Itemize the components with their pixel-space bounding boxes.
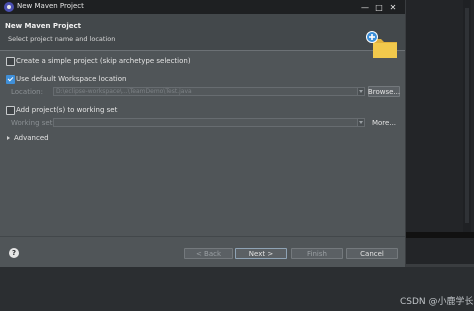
working-set-dropdown-icon[interactable] [357, 118, 365, 127]
location-label: Location: [11, 88, 43, 96]
cancel-button[interactable]: Cancel [346, 248, 398, 259]
working-set-checkbox-label: Add project(s) to working set [16, 106, 118, 114]
watermark: CSDN @小鹿学长 [400, 297, 474, 307]
new-maven-project-dialog: New Maven Project — □ ✕ New Maven Projec… [0, 0, 406, 267]
window-title: New Maven Project [17, 2, 84, 10]
simple-project-label: Create a simple project (skip archetype … [16, 57, 191, 65]
window-titlebar: New Maven Project — □ ✕ [0, 0, 405, 14]
more-button[interactable]: More... [368, 117, 400, 128]
eclipse-app-icon [4, 2, 14, 12]
working-set-checkbox[interactable] [6, 106, 15, 115]
new-folder-plus-icon [366, 31, 397, 58]
close-button[interactable]: ✕ [381, 0, 405, 14]
advanced-section[interactable]: Advanced [14, 134, 49, 142]
browse-button[interactable]: Browse... [368, 86, 400, 97]
advanced-expand-icon[interactable] [7, 136, 10, 140]
default-workspace-label: Use default Workspace location [16, 75, 127, 83]
default-workspace-checkbox[interactable] [6, 75, 15, 84]
simple-project-checkbox[interactable] [6, 57, 15, 66]
working-set-field[interactable] [53, 118, 358, 127]
working-set-label: Working set: [11, 119, 55, 127]
wizard-header: New Maven Project Select project name an… [0, 14, 405, 58]
back-button[interactable]: < Back [184, 248, 233, 259]
help-circle-icon[interactable]: ? [9, 248, 19, 258]
ide-divider [405, 232, 474, 238]
footer-separator [0, 236, 405, 237]
location-field[interactable]: D:\eclipse-workspace\...\TeamDemo\Test.j… [53, 87, 358, 96]
wizard-title: New Maven Project [5, 22, 81, 30]
finish-button[interactable]: Finish [291, 248, 343, 259]
wizard-subtitle: Select project name and location [8, 35, 116, 43]
ide-scrollbar-thumb[interactable] [465, 8, 469, 223]
location-dropdown-icon[interactable] [357, 87, 365, 96]
next-button[interactable]: Next > [235, 248, 287, 259]
